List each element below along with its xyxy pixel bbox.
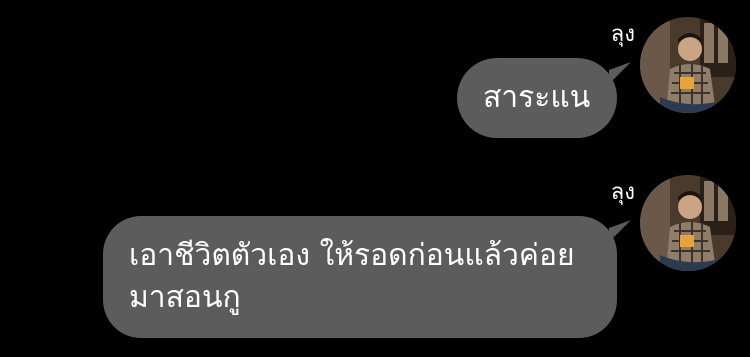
chat-thread: ลุง สาระแน ลุง เอาชีวิตตัวเอง ให้รอดก่อน… <box>0 0 750 357</box>
sender-name: ลุง <box>610 180 635 205</box>
message-text: เอาชีวิตตัวเอง ให้รอดก่อนแล้วค่อย มาสอนก… <box>129 238 575 315</box>
bubble-tail <box>609 219 631 243</box>
avatar-photo-icon <box>640 175 736 271</box>
sender-name: ลุง <box>610 22 635 47</box>
avatar[interactable] <box>640 175 736 271</box>
message-bubble[interactable]: เอาชีวิตตัวเอง ให้รอดก่อนแล้วค่อย มาสอนก… <box>103 216 631 338</box>
avatar[interactable] <box>640 17 736 113</box>
message-row: ลุง เอาชีวิตตัวเอง ให้รอดก่อนแล้วค่อย มา… <box>0 170 750 357</box>
message-row: ลุง สาระแน <box>0 0 750 170</box>
message-bubble[interactable]: สาระแน <box>457 58 631 138</box>
bubble-tail <box>609 61 631 85</box>
message-text: สาระแน <box>483 80 591 115</box>
avatar-photo-icon <box>640 17 736 113</box>
